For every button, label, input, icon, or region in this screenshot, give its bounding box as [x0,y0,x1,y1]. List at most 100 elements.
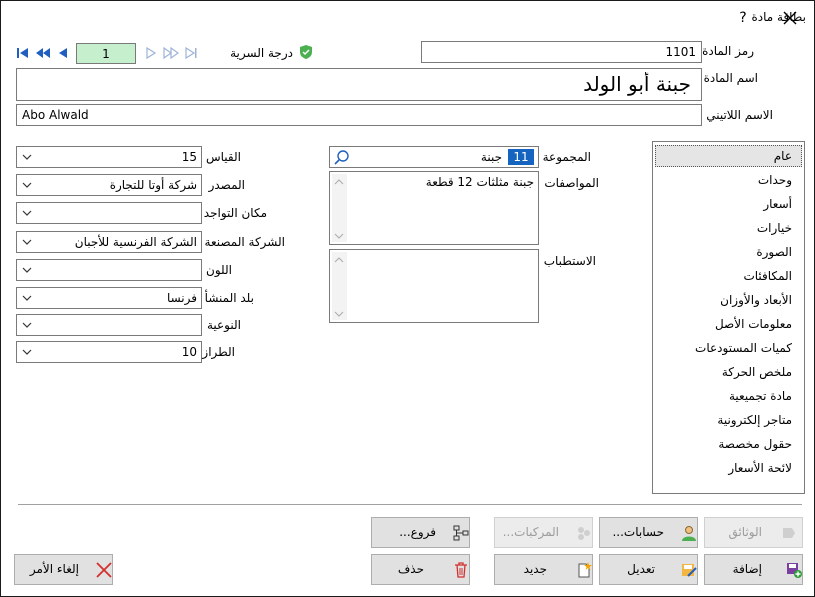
next-record-icon[interactable] [143,45,159,61]
source-combo[interactable]: شركة أوتا للتجارة [16,174,202,196]
item-code-field[interactable]: 1101 [421,41,702,63]
color-combo[interactable] [16,259,202,281]
chevron-down-icon [22,322,32,328]
group-label: المجموعة [542,150,591,164]
category-item-units[interactable]: وحدات [758,173,792,187]
quality-combo[interactable] [16,314,202,336]
category-item-options[interactable]: خيارات [757,221,792,235]
specs-scrollbar[interactable] [332,174,347,242]
search-icon[interactable] [333,149,350,166]
documents-button[interactable]: الوثائق [704,517,803,548]
category-item-origin-info[interactable]: معلومات الأصل [715,317,792,331]
chevron-down-icon [22,349,32,355]
category-list[interactable]: عام وحدات أسعار خيارات الصورة المكافئات … [652,141,805,494]
save-add-icon [787,563,802,578]
record-number-value: 1 [102,47,110,61]
size-value: 15 [181,150,197,164]
close-icon [783,11,797,25]
close-button[interactable] [778,7,802,29]
category-item-e-stores[interactable]: متاجر إلكترونية [717,413,792,427]
chevron-down-icon [22,239,32,245]
category-item-warehouse-qty[interactable]: كميات المستودعات [695,341,792,355]
add-button[interactable]: إضافة [704,554,803,585]
accounts-button[interactable]: حسابات... [599,517,698,548]
item-name-value: جبنة أبو الولد [583,72,691,96]
security-level-label: درجة السرية [230,46,293,60]
manufacturer-value: الشركة الفرنسية للأجبان [74,235,197,249]
components-button[interactable]: المركبات... [494,517,593,548]
previous-record-icon[interactable] [55,45,71,61]
new-button[interactable]: جديد [494,554,593,585]
size-label: القياس [206,150,241,164]
category-item-movement[interactable]: ملخص الحركة [722,365,792,379]
source-value: شركة أوتا للتجارة [109,178,197,192]
indications-scrollbar[interactable] [332,252,347,320]
branches-icon [453,525,469,541]
category-item-prices[interactable]: أسعار [763,197,792,211]
new-document-icon [578,562,592,578]
specifications-textarea[interactable]: جبنة مثلثات 12 قطعة [329,171,539,245]
location-combo[interactable] [16,202,202,224]
origin-label: بلد المنشأ [204,291,254,305]
item-card-window: بطاقة مادة ? 1 درجة السرية 1101 رمز الما… [0,0,815,597]
chevron-down-icon [22,182,32,188]
edit-icon [682,564,697,577]
next-page-icon[interactable] [163,45,179,61]
branches-button[interactable]: فروع... [371,517,470,548]
specifications-value: جبنة مثلثات 12 قطعة [425,175,534,189]
model-value: 10 [181,345,197,359]
category-item-price-list[interactable]: لائحة الأسعار [728,461,792,475]
cancel-button[interactable]: إلغاء الأمر [14,554,113,585]
cancel-x-icon [96,562,112,578]
category-item-custom-fields[interactable]: حقول مخصصة [718,437,792,451]
previous-page-icon[interactable] [35,45,51,61]
category-item-dimensions[interactable]: الأبعاد والأوزان [720,293,792,307]
category-item-image[interactable]: الصورة [756,245,792,259]
latin-name-label: الاسم اللاتيني [706,108,773,122]
manufacturer-combo[interactable]: الشركة الفرنسية للأجبان [16,231,202,253]
group-field[interactable]: جبنة 11 [329,146,539,168]
chevron-down-icon [22,295,32,301]
source-label: المصدر [208,178,245,192]
origin-combo[interactable]: فرنسا [16,287,202,309]
category-item-equivalents[interactable]: المكافئات [743,269,792,283]
scroll-up-icon[interactable] [334,178,344,186]
record-number-field[interactable]: 1 [76,43,136,64]
group-code-badge: 11 [508,149,534,165]
first-record-icon[interactable] [15,45,31,61]
scroll-up-icon[interactable] [334,256,344,264]
item-name-field[interactable]: جبنة أبو الولد [16,68,702,101]
chevron-down-icon [22,154,32,160]
item-name-label: اسم المادة [703,71,758,85]
latin-name-field[interactable]: Abo Alwald [16,104,702,126]
user-icon [682,526,696,541]
shield-icon [300,45,312,59]
edit-button[interactable]: تعديل [599,554,698,585]
help-button[interactable]: ? [731,7,755,29]
document-icon [783,528,795,538]
divider [18,504,802,505]
scroll-down-icon[interactable] [334,310,344,318]
location-label: مكان التواجد [203,206,267,220]
trash-icon [455,562,467,578]
latin-name-value: Abo Alwald [22,108,89,122]
indications-textarea[interactable] [329,249,539,323]
item-code-label: رمز المادة [702,44,754,58]
components-icon [578,527,590,540]
color-label: اللون [206,263,232,277]
manufacturer-label: الشركة المصنعة [204,235,285,249]
category-item-assembly[interactable]: مادة تجميعية [729,389,792,403]
scroll-down-icon[interactable] [334,232,344,240]
category-item-general[interactable]: عام [774,149,792,163]
model-label: الطراز [202,345,235,359]
quality-label: النوعية [206,318,241,332]
indications-label: الاستطباب [543,254,596,268]
specifications-label: المواصفات [544,176,599,190]
origin-value: فرنسا [166,291,197,305]
group-name-value: جبنة [480,150,502,164]
model-combo[interactable]: 10 [16,341,202,363]
size-combo[interactable]: 15 [16,146,202,168]
last-record-icon[interactable] [183,45,199,61]
chevron-down-icon [22,267,32,273]
delete-button[interactable]: حذف [371,554,470,585]
